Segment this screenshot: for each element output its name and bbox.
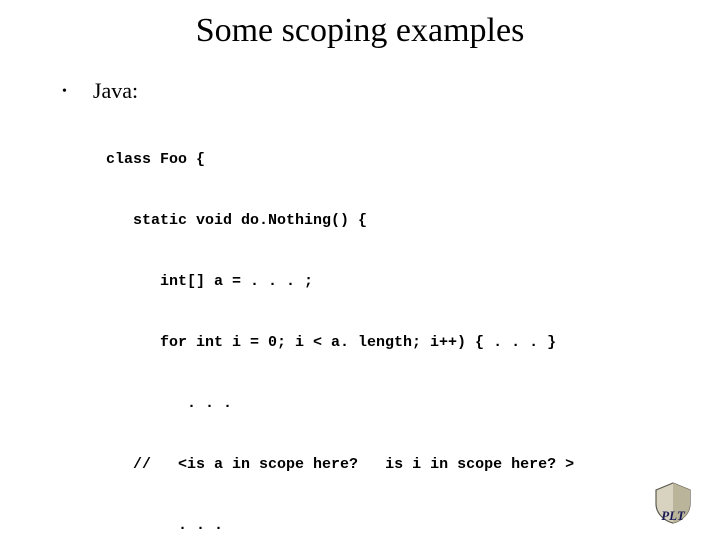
code-line: . . . — [106, 518, 684, 533]
logo-text: PLT — [661, 508, 686, 523]
code-line: for int i = 0; i < a. length; i++) { . .… — [106, 335, 684, 350]
code-token: <is a in scope here? — [178, 456, 358, 473]
code-line: // <is a in scope here? is i in scope he… — [106, 457, 684, 472]
code-token: // — [106, 456, 151, 473]
plt-logo-icon: PLT — [650, 480, 696, 526]
bullet-dot-icon: • — [62, 84, 67, 100]
bullet-label: Java: — [93, 78, 138, 104]
code-line: static void do.Nothing() { — [106, 213, 684, 228]
bullet-java: • Java: — [62, 78, 684, 104]
code-line: int[] a = . . . ; — [106, 274, 684, 289]
code-token: is i in scope here? > — [385, 456, 574, 473]
code-block: class Foo { static void do.Nothing() { i… — [106, 122, 684, 540]
code-line: . . . — [106, 396, 684, 411]
slide-title: Some scoping examples — [36, 12, 684, 50]
code-line: class Foo { — [106, 152, 684, 167]
slide: Some scoping examples • Java: class Foo … — [0, 0, 720, 540]
